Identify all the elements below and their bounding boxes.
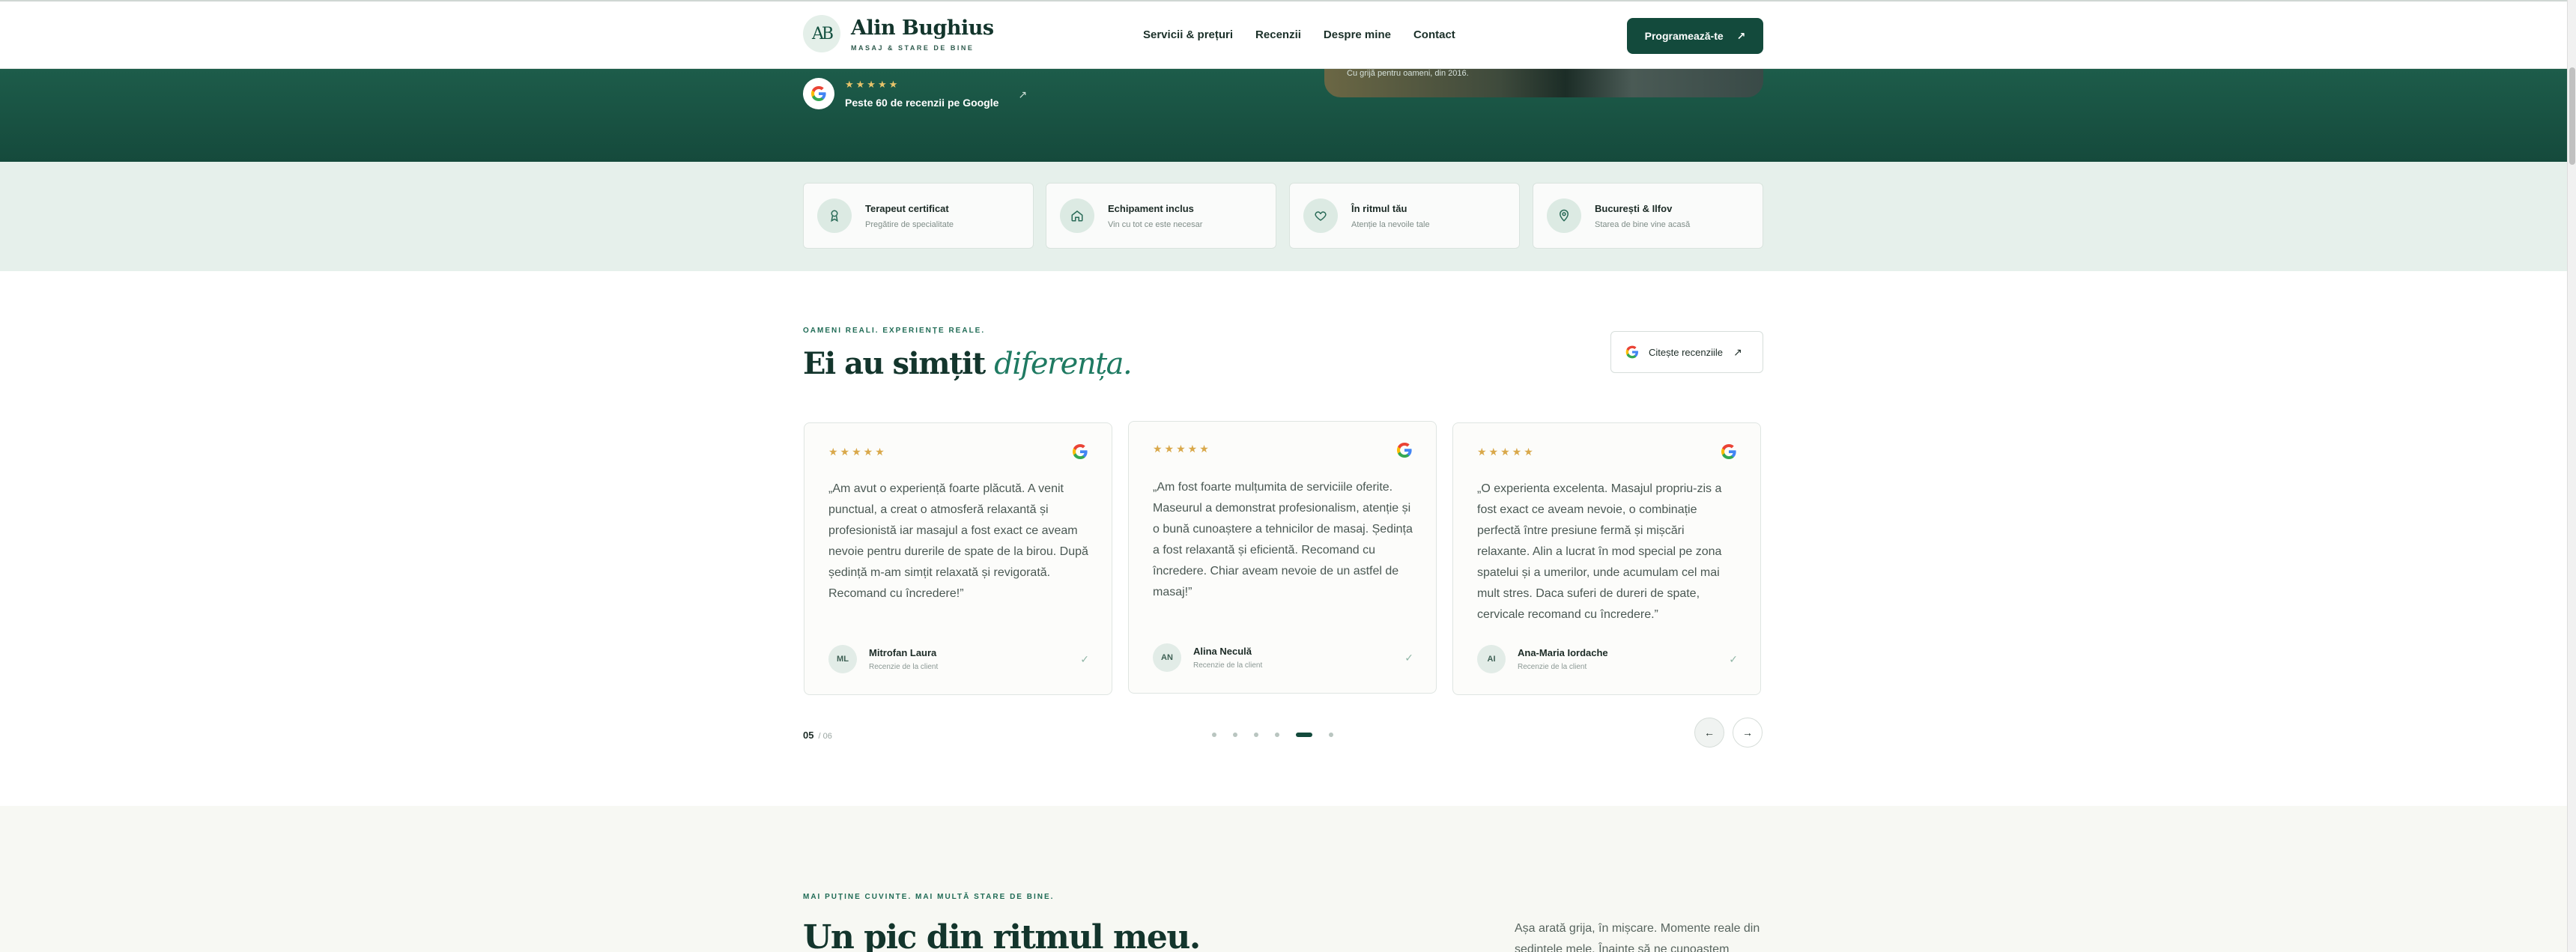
carousel-prev-button[interactable]: ←: [1694, 718, 1724, 748]
check-icon: ✓: [1729, 652, 1738, 665]
carousel-dots: [1212, 733, 1333, 737]
carousel-dot[interactable]: [1233, 733, 1237, 737]
review-author-name: Ana-Maria Iordache: [1518, 647, 1608, 658]
location-pin-icon: [1547, 198, 1581, 233]
review-text: „O experienta excelenta. Masajul propriu…: [1477, 482, 1722, 621]
carousel-dot[interactable]: [1275, 733, 1279, 737]
logo-text: Alin Bughius MASAJ & STARE DE BINE: [851, 16, 994, 52]
award-icon: [817, 198, 852, 233]
google-logo-icon: [1625, 345, 1640, 360]
google-logo-icon: [803, 78, 834, 109]
nav-link-despre-mine[interactable]: Despre mine: [1324, 28, 1391, 41]
review-author: ML Mitrofan Laura Recenzie de la client …: [828, 645, 1089, 673]
read-reviews-label: Citește recenziile: [1649, 346, 1723, 358]
slide-counter: 05 / 06: [803, 730, 832, 741]
review-stars: ★★★★★: [1153, 443, 1211, 455]
hero-section: Cu grijă pentru oameni, din 2016. ★★★★★ …: [0, 69, 2567, 162]
feature-title: București & Ilfov: [1595, 202, 1673, 214]
review-author-name: Alina Neculă: [1193, 646, 1252, 657]
nav-link-contact[interactable]: Contact: [1413, 28, 1455, 41]
book-appointment-button[interactable]: Programează-te ↗: [1627, 18, 1763, 54]
review-source: Recenzie de la client: [1193, 661, 1263, 670]
nav-link-servicii[interactable]: Servicii & prețuri: [1143, 28, 1233, 41]
review-card: ★★★★★ „Am avut o experiență foarte plăcu…: [804, 422, 1112, 695]
check-icon: ✓: [1080, 652, 1089, 665]
avatar: AN: [1153, 643, 1181, 672]
google-logo-icon: [1395, 441, 1413, 463]
home-icon: [1060, 198, 1094, 233]
page-scrollbar[interactable]: [2567, 0, 2576, 952]
google-logo-icon: [1071, 443, 1089, 464]
feature-desc: Pregătire de specialitate: [865, 219, 954, 229]
reviews-section: OAMENI REALI. EXPERIENȚE REALE. Ei au si…: [0, 271, 2567, 806]
slide-current: 05: [803, 730, 814, 741]
feature-title: În ritmul tău: [1351, 202, 1407, 214]
reviews-heading-main: Ei au simțit: [803, 346, 995, 381]
read-reviews-button[interactable]: Citește recenziile ↗: [1610, 331, 1763, 373]
review-stars: ★★★★★: [828, 446, 887, 458]
google-reviews-count: Peste 60 de recenzii pe Google: [845, 97, 999, 109]
nav-link-recenzii[interactable]: Recenzii: [1255, 28, 1301, 41]
check-icon: ✓: [1404, 651, 1413, 664]
reviews-heading: Ei au simțit diferența.: [803, 346, 1133, 381]
review-card: ★★★★★ „O experienta excelenta. Masajul p…: [1452, 422, 1761, 695]
logo-title: Alin Bughius: [851, 16, 994, 40]
review-text: „Am fost foarte mulțumita de serviciile …: [1153, 481, 1413, 598]
feature-card-location: București & Ilfov Starea de bine vine ac…: [1533, 183, 1763, 249]
scrollbar-thumb[interactable]: [2569, 67, 2575, 165]
arrow-up-right-icon: ↗: [1018, 88, 1028, 100]
feature-desc: Atenție la nevoile tale: [1351, 219, 1430, 229]
feature-desc: Vin cu tot ce este necesar: [1108, 219, 1203, 229]
logo[interactable]: AB Alin Bughius MASAJ & STARE DE BINE: [803, 15, 1007, 52]
logo-subtitle: MASAJ & STARE DE BINE: [851, 43, 975, 52]
feature-card-pace: În ritmul tău Atenție la nevoile tale: [1289, 183, 1520, 249]
review-card: ★★★★★ „Am fost foarte mulțumita de servi…: [1128, 421, 1437, 694]
carousel-dot[interactable]: [1329, 733, 1333, 737]
hero-photo-caption: Cu grijă pentru oameni, din 2016.: [1347, 69, 1469, 78]
review-text: „Am avut o experiență foarte plăcută. A …: [828, 482, 1088, 600]
review-source: Recenzie de la client: [1518, 663, 1587, 671]
carousel-dot[interactable]: [1212, 733, 1216, 737]
reviews-kicker: OAMENI REALI. EXPERIENȚE REALE.: [803, 327, 986, 335]
video-kicker: MAI PUȚINE CUVINTE. MAI MULTĂ STARE DE B…: [803, 893, 1055, 901]
google-rating-link[interactable]: ★★★★★ Peste 60 de recenzii pe Google ↗: [803, 78, 1027, 109]
site-header: AB Alin Bughius MASAJ & STARE DE BINE Se…: [0, 0, 2567, 69]
feature-title: Terapeut certificat: [865, 202, 949, 214]
arrow-left-icon: ←: [1704, 727, 1715, 739]
video-heading: Un pic din ritmul meu.: [803, 918, 1201, 952]
feature-card-equipment: Echipament inclus Vin cu tot ce este nec…: [1046, 183, 1276, 249]
review-author: AN Alina Neculă Recenzie de la client ✓: [1153, 643, 1413, 672]
review-author-name: Mitrofan Laura: [869, 647, 937, 658]
review-source: Recenzie de la client: [869, 663, 939, 671]
arrow-right-icon: →: [1742, 727, 1753, 739]
review-stars: ★★★★★: [1477, 446, 1536, 458]
avatar: ML: [828, 645, 857, 673]
carousel-next-button[interactable]: →: [1733, 718, 1763, 748]
reviews-heading-accent: diferența.: [994, 347, 1133, 381]
avatar: AI: [1477, 645, 1506, 673]
google-stars: ★★★★★: [845, 79, 900, 90]
video-intro-text: Așa arată grija, în mișcare. Momente rea…: [1515, 922, 1760, 952]
carousel-dot-active[interactable]: [1296, 733, 1312, 737]
main-nav: Servicii & prețuri Recenzii Despre mine …: [1143, 28, 1478, 41]
feature-desc: Starea de bine vine acasă: [1595, 219, 1691, 229]
hero-photo: Cu grijă pentru oameni, din 2016.: [1324, 69, 1763, 97]
features-strip: Terapeut certificat Pregătire de special…: [0, 162, 2567, 271]
feature-title: Echipament inclus: [1108, 202, 1194, 214]
carousel-dot[interactable]: [1254, 733, 1258, 737]
book-appointment-label: Programează-te: [1644, 30, 1724, 42]
google-logo-icon: [1720, 443, 1738, 464]
arrow-up-right-icon: ↗: [1733, 345, 1742, 358]
arrow-up-right-icon: ↗: [1736, 29, 1746, 42]
review-author: AI Ana-Maria Iordache Recenzie de la cli…: [1477, 645, 1738, 673]
heart-icon: [1303, 198, 1338, 233]
google-rating-text: ★★★★★ Peste 60 de recenzii pe Google: [845, 79, 998, 109]
logo-mark: AB: [803, 15, 840, 52]
video-section: MAI PUȚINE CUVINTE. MAI MULTĂ STARE DE B…: [0, 806, 2567, 952]
slide-total: / 06: [818, 732, 832, 741]
feature-card-certified: Terapeut certificat Pregătire de special…: [803, 183, 1034, 249]
